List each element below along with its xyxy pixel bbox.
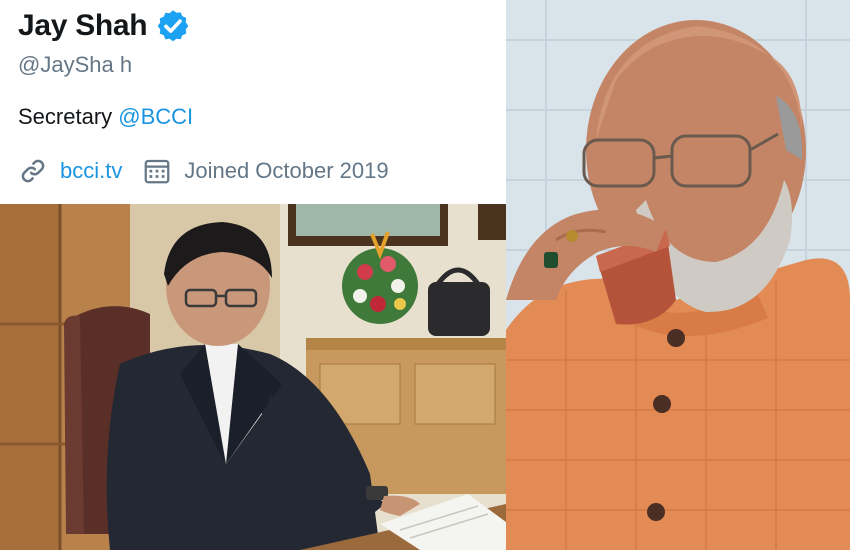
joined-date: Joined October 2019	[184, 158, 389, 183]
portrait-photo-illustration	[506, 0, 850, 550]
profile-bio: Secretary @BCCI	[18, 104, 193, 130]
office-photo-illustration	[0, 204, 506, 550]
profile-meta-row: bcci.tv Joined October 2019	[18, 156, 389, 186]
portrait-photo	[506, 0, 850, 550]
calendar-icon	[144, 159, 170, 184]
link-icon	[21, 159, 45, 183]
name-row: Jay Shah	[18, 8, 191, 44]
profile-handle: @JaySha h	[18, 52, 133, 77]
twitter-profile-card: Jay Shah @JaySha h Secretary @BCCI bcci.…	[0, 0, 506, 200]
verified-badge-icon	[158, 10, 189, 42]
office-photo	[0, 204, 506, 550]
website-link[interactable]: bcci.tv	[60, 158, 122, 184]
profile-name: Jay Shah	[18, 9, 148, 42]
bio-text: Secretary	[18, 104, 119, 129]
bio-mention-link[interactable]: @BCCI	[118, 104, 193, 129]
